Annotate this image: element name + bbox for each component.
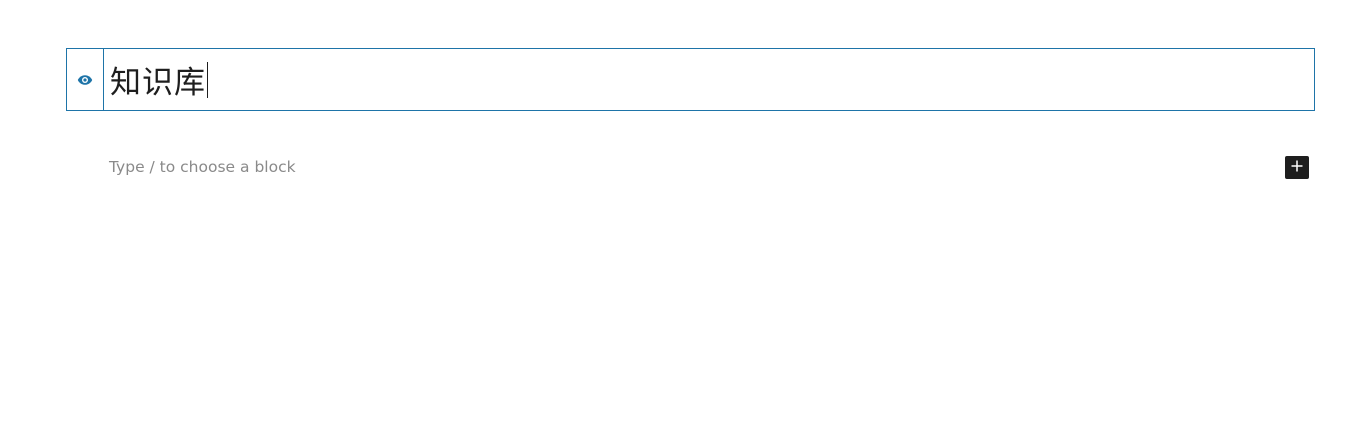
post-title-text: 知识库 [110,65,206,101]
post-title-input[interactable]: 知识库 [104,49,1314,110]
post-title-block[interactable]: 知识库 [66,48,1315,111]
block-inserter-button[interactable] [1285,156,1309,179]
block-appender-placeholder[interactable]: Type / to choose a block [109,155,296,179]
text-caret [207,61,208,98]
plus-icon [1291,159,1303,177]
visibility-toggle-button[interactable] [67,49,104,110]
eye-icon [77,74,93,86]
